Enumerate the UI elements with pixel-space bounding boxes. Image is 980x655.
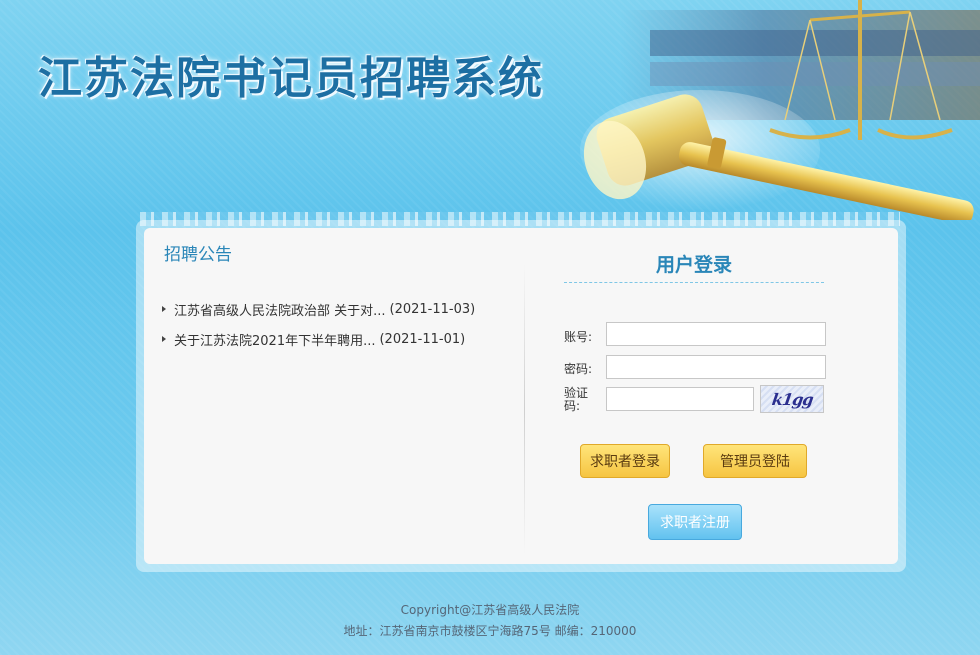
seeker-register-button[interactable]: 求职者注册 [648, 504, 742, 540]
account-label: 账号: [564, 330, 593, 344]
notice-list: 江苏省高级人民法院政治部 关于对... (2021-11-03) 关于江苏法院2… [162, 294, 475, 354]
account-input[interactable] [606, 322, 826, 346]
notice-date: (2021-11-03) [389, 301, 476, 317]
notice-title[interactable]: 关于江苏法院2021年下半年聘用... [174, 330, 375, 349]
panel-content: 招聘公告 江苏省高级人民法院政治部 关于对... (2021-11-03) 关于… [144, 228, 898, 564]
vertical-divider [524, 264, 525, 554]
login-title: 用户登录 [655, 254, 732, 276]
password-label: 密码: [564, 362, 593, 376]
login-title-separator [564, 282, 824, 283]
seeker-login-button[interactable]: 求职者登录 [580, 444, 670, 478]
main-panel: 招聘公告 江苏省高级人民法院政治部 关于对... (2021-11-03) 关于… [136, 220, 906, 572]
site-title: 江苏法院书记员招聘系统 [38, 53, 544, 104]
bullet-icon [162, 336, 166, 342]
footer-copyright: Copyright@江苏省高级人民法院 [400, 603, 580, 617]
notice-item[interactable]: 江苏省高级人民法院政治部 关于对... (2021-11-03) [162, 294, 475, 324]
admin-login-button[interactable]: 管理员登陆 [703, 444, 807, 478]
captcha-label: 验证码: [564, 386, 589, 413]
bullet-icon [162, 306, 166, 312]
captcha-input[interactable] [606, 387, 754, 411]
notice-item[interactable]: 关于江苏法院2021年下半年聘用... (2021-11-01) [162, 324, 475, 354]
footer-address: 地址：江苏省南京市鼓楼区宁海路75号 邮编：210000 [343, 624, 637, 638]
notice-title[interactable]: 江苏省高级人民法院政治部 关于对... [174, 300, 386, 319]
captcha-image[interactable]: k1gg [760, 385, 824, 413]
password-input[interactable] [606, 355, 826, 379]
captcha-text: k1gg [770, 389, 814, 409]
notice-date: (2021-11-01) [379, 331, 466, 347]
notices-heading: 招聘公告 [164, 245, 232, 265]
header-banner: 江苏法院书记员招聘系统 [0, 0, 980, 220]
gavel-scale-illustration [580, 0, 980, 220]
